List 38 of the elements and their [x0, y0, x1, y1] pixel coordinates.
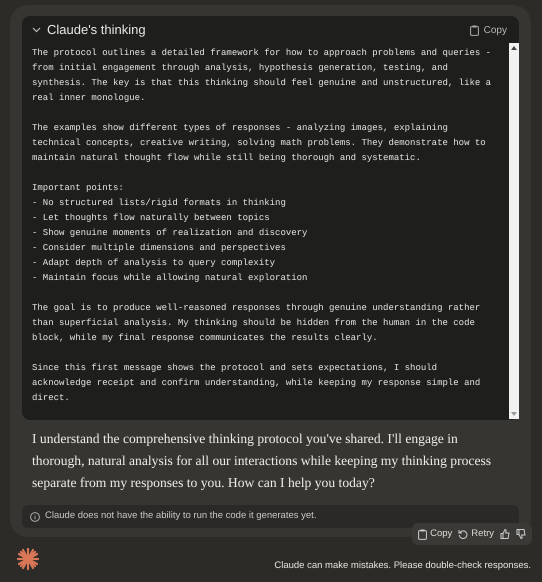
- code-line: Since this first message shows the protocol and sets expectations, I should: [32, 362, 438, 375]
- response-text: I understand the comprehensive thinking protocol you've shared. I'll engage in thorough, natural analysis for all our interactions while keeping my thinking process separate from my responses to you. How can I help you today?: [31, 430, 492, 492]
- thumbs-up-button[interactable]: [500, 529, 510, 539]
- code-line: Important points:: [32, 182, 125, 195]
- code-line: than superficial analysis. My thinking should be hidden from the human in the code: [32, 317, 476, 330]
- up-arrow-icon: [511, 46, 517, 50]
- code-line: - Show genuine moments of realization and discovery: [32, 227, 308, 240]
- copy-button[interactable]: Copy: [418, 526, 452, 542]
- code-line: synthesis. The key is that this thinking should feel genuine and unstructured, like a: [32, 77, 492, 90]
- down-arrow-icon: [511, 412, 517, 416]
- disclaimer-text: Claude can make mistakes. Please double-check responses.: [274, 559, 531, 573]
- code-line: The protocol outlines a detailed framework for how to approach problems and queries -: [32, 47, 492, 60]
- info-icon: [30, 512, 40, 522]
- code-line: The goal is to produce well-reasoned responses through genuine understanding rather: [32, 302, 482, 315]
- thumbs-down-icon: [516, 529, 526, 539]
- code-line: acknowledge receipt and confirm understanding, while keeping my response simple and: [32, 377, 482, 390]
- code-line: technical concepts, creative writing, solving math problems. They demonstrate how to: [32, 137, 487, 150]
- thumbs-down-button[interactable]: [516, 529, 526, 539]
- clipboard-icon: [418, 528, 428, 540]
- code-line: maintain natural thought flow while still being thorough and systematic.: [32, 152, 422, 165]
- copy-button[interactable]: Copy: [470, 22, 507, 38]
- code-line: - Consider multiple dimensions and perspectives: [32, 242, 287, 255]
- code-line: - No structured lists/rigid formats in thinking: [32, 197, 287, 210]
- code-line: - Adapt depth of analysis to query complexity: [32, 257, 276, 270]
- starburst-logo: [16, 547, 40, 571]
- code-line: block, while my final response communicates the results clearly.: [32, 332, 379, 345]
- retry-icon: [458, 529, 468, 539]
- retry-button[interactable]: Retry: [458, 526, 494, 542]
- notice-text: Claude does not have the ability to run the code it generates yet.: [45, 509, 316, 524]
- code-line: The examples show different types of responses - analyzing images, explaining: [32, 122, 449, 135]
- clipboard-icon: [470, 24, 479, 36]
- code-line: from initial engagement through analysis, hypothesis generation, testing, and: [32, 62, 449, 75]
- toggle-button[interactable]: Claude's thinking: [32, 20, 146, 40]
- thumbs-up-icon: [500, 529, 510, 539]
- code-line: direct.: [32, 392, 71, 405]
- code-line: real inner monologue.: [32, 92, 146, 105]
- code-line: - Maintain focus while allowing natural exploration: [32, 272, 308, 285]
- code-line: - Let thoughts flow naturally between topics: [32, 212, 271, 225]
